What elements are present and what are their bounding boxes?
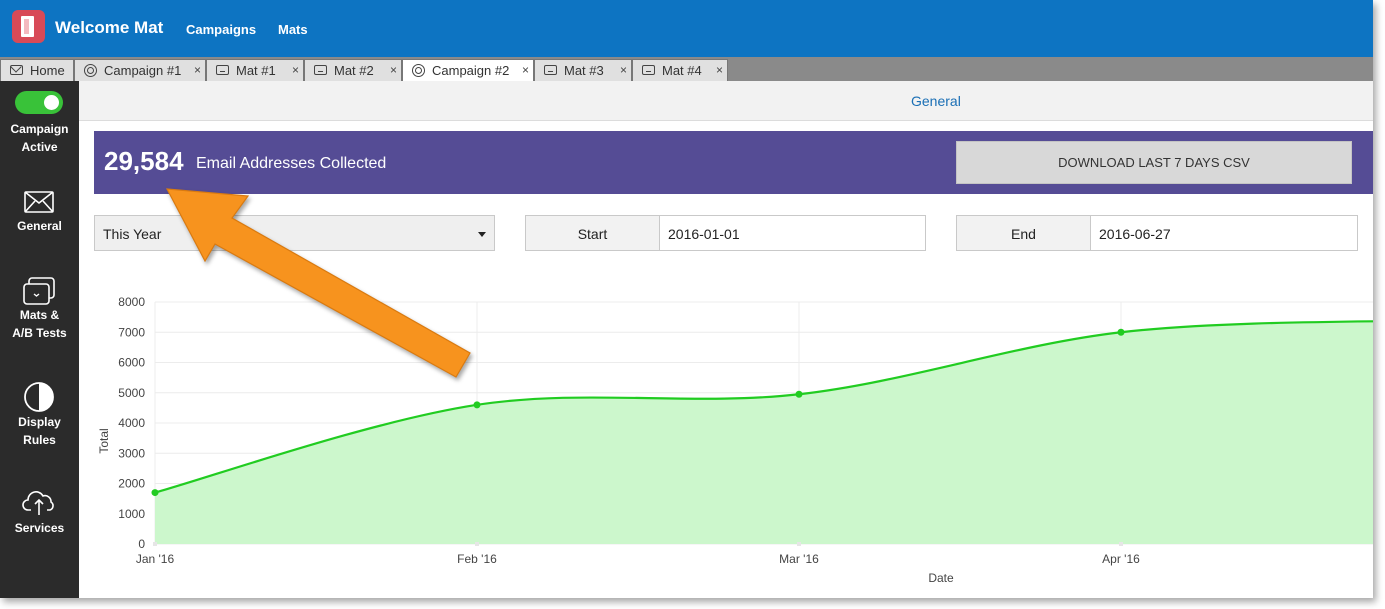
y-tick-label: 6000 — [118, 356, 145, 370]
mat-icon — [642, 65, 655, 75]
x-tick-mark — [1119, 542, 1123, 546]
y-tick-label: 4000 — [118, 416, 145, 430]
mat-icon — [314, 65, 327, 75]
target-icon — [84, 64, 97, 77]
mat-icon — [544, 65, 557, 75]
tab-mat-1[interactable]: Mat #1 × — [206, 59, 304, 81]
toggle-switch[interactable] — [15, 91, 63, 114]
tab-campaign-2[interactable]: Campaign #2 × — [402, 59, 534, 81]
close-icon[interactable]: × — [292, 63, 299, 77]
close-icon[interactable]: × — [194, 63, 201, 77]
y-tick-label: 8000 — [118, 295, 145, 309]
top-bar: Welcome Mat Campaigns Mats — [0, 0, 1373, 57]
sidebar-item-general[interactable]: General — [0, 181, 79, 241]
data-point[interactable] — [795, 390, 803, 398]
date-range-select[interactable]: This Year — [94, 215, 495, 251]
main-content: General 29,584 Email Addresses Collected… — [79, 81, 1373, 598]
section-header: General — [79, 81, 1373, 121]
tab-mat-2[interactable]: Mat #2 × — [304, 59, 402, 81]
x-axis-title: Date — [928, 571, 954, 585]
emails-chart: 0 1000 2000 3000 4000 5000 6000 7000 8000 Jan '16… — [97, 295, 1373, 585]
end-date-label: End — [957, 216, 1091, 250]
tab-label: Mat #3 — [564, 63, 604, 78]
envelope-icon — [24, 191, 54, 213]
y-axis-title: Total — [97, 428, 111, 453]
nav-mats[interactable]: Mats — [278, 22, 308, 37]
start-date-input[interactable]: 2016-01-01 — [668, 226, 740, 242]
sidebar-item-label: A/B Tests — [12, 326, 67, 340]
tab-label: Campaign #2 — [432, 63, 510, 78]
app-title: Welcome Mat — [55, 18, 164, 37]
x-tick-label: Apr '16 — [1102, 552, 1140, 566]
toggle-label-line1: Campaign — [10, 122, 69, 136]
data-point[interactable] — [473, 401, 481, 409]
end-date-input[interactable]: 2016-06-27 — [1099, 226, 1171, 242]
toggle-label-line2: Active — [21, 140, 58, 154]
series-area — [155, 321, 1373, 544]
x-tick-label: Jan '16 — [136, 552, 175, 566]
sidebar-item-label: Services — [14, 521, 65, 535]
sidebar-item-mats[interactable]: Mats & A/B Tests — [0, 271, 79, 351]
x-tick-mark — [153, 542, 157, 546]
tab-label: Campaign #1 — [104, 63, 182, 78]
y-tick-label: 1000 — [118, 507, 145, 521]
close-icon[interactable]: × — [716, 63, 723, 77]
x-tick-mark — [797, 542, 801, 546]
email-count: 29,584 — [104, 146, 184, 176]
tab-label: Mat #4 — [662, 63, 702, 78]
y-tick-label: 3000 — [118, 446, 145, 460]
close-icon[interactable]: × — [390, 63, 397, 77]
data-point[interactable] — [151, 489, 159, 497]
start-date-label: Start — [526, 216, 660, 250]
y-tick-label: 5000 — [118, 386, 145, 400]
mat-icon — [216, 65, 229, 75]
tab-strip: Home Campaign #1 × Mat #1 × Mat #2 × Cam… — [0, 57, 1373, 81]
close-icon[interactable]: × — [620, 63, 627, 77]
download-csv-button[interactable]: DOWNLOAD LAST 7 DAYS CSV — [956, 141, 1352, 184]
x-tick-label: Mar '16 — [779, 552, 819, 566]
section-title[interactable]: General — [911, 93, 961, 109]
nav-campaigns[interactable]: Campaigns — [186, 22, 256, 37]
caret-down-icon — [478, 232, 486, 237]
contrast-icon — [24, 382, 54, 412]
end-date-group: End 2016-06-27 — [956, 215, 1358, 251]
stats-banner: 29,584 Email Addresses Collected DOWNLOA… — [94, 131, 1373, 194]
cloud-upload-icon — [22, 491, 54, 515]
mats-icon — [23, 277, 55, 305]
tab-mat-4[interactable]: Mat #4 × — [632, 59, 728, 81]
sidebar-item-label: General — [17, 219, 62, 233]
tab-mat-3[interactable]: Mat #3 × — [534, 59, 632, 81]
start-date-group: Start 2016-01-01 — [525, 215, 926, 251]
y-tick-label: 2000 — [118, 477, 145, 491]
tab-home[interactable]: Home — [0, 59, 74, 81]
logo-icon[interactable] — [12, 10, 45, 43]
tab-label: Mat #2 — [334, 63, 374, 78]
sidebar-item-display-rules[interactable]: Display Rules — [0, 378, 79, 458]
y-tick-label: 7000 — [118, 325, 145, 339]
campaign-active-toggle[interactable]: Campaign Active — [0, 81, 79, 161]
sidebar-item-services[interactable]: Services — [0, 486, 79, 546]
tab-campaign-1[interactable]: Campaign #1 × — [74, 59, 206, 81]
target-icon — [412, 64, 425, 77]
email-count-label: Email Addresses Collected — [196, 155, 387, 172]
x-tick-label: Feb '16 — [457, 552, 497, 566]
mail-icon — [10, 65, 23, 75]
tab-label: Home — [30, 63, 65, 78]
y-tick-label: 0 — [138, 537, 145, 551]
x-tick-mark — [475, 542, 479, 546]
sidebar-item-label: Mats & — [19, 308, 60, 322]
sidebar-item-label: Rules — [23, 433, 56, 447]
sidebar-item-label: Display — [18, 415, 61, 429]
tab-label: Mat #1 — [236, 63, 276, 78]
data-point[interactable] — [1117, 328, 1125, 336]
close-icon[interactable]: × — [522, 63, 529, 77]
date-range-value: This Year — [103, 226, 162, 242]
sidebar: Campaign Active General Mats & A/B Tests — [0, 81, 79, 598]
app-window: Welcome Mat Campaigns Mats Home Campaign… — [0, 0, 1373, 598]
